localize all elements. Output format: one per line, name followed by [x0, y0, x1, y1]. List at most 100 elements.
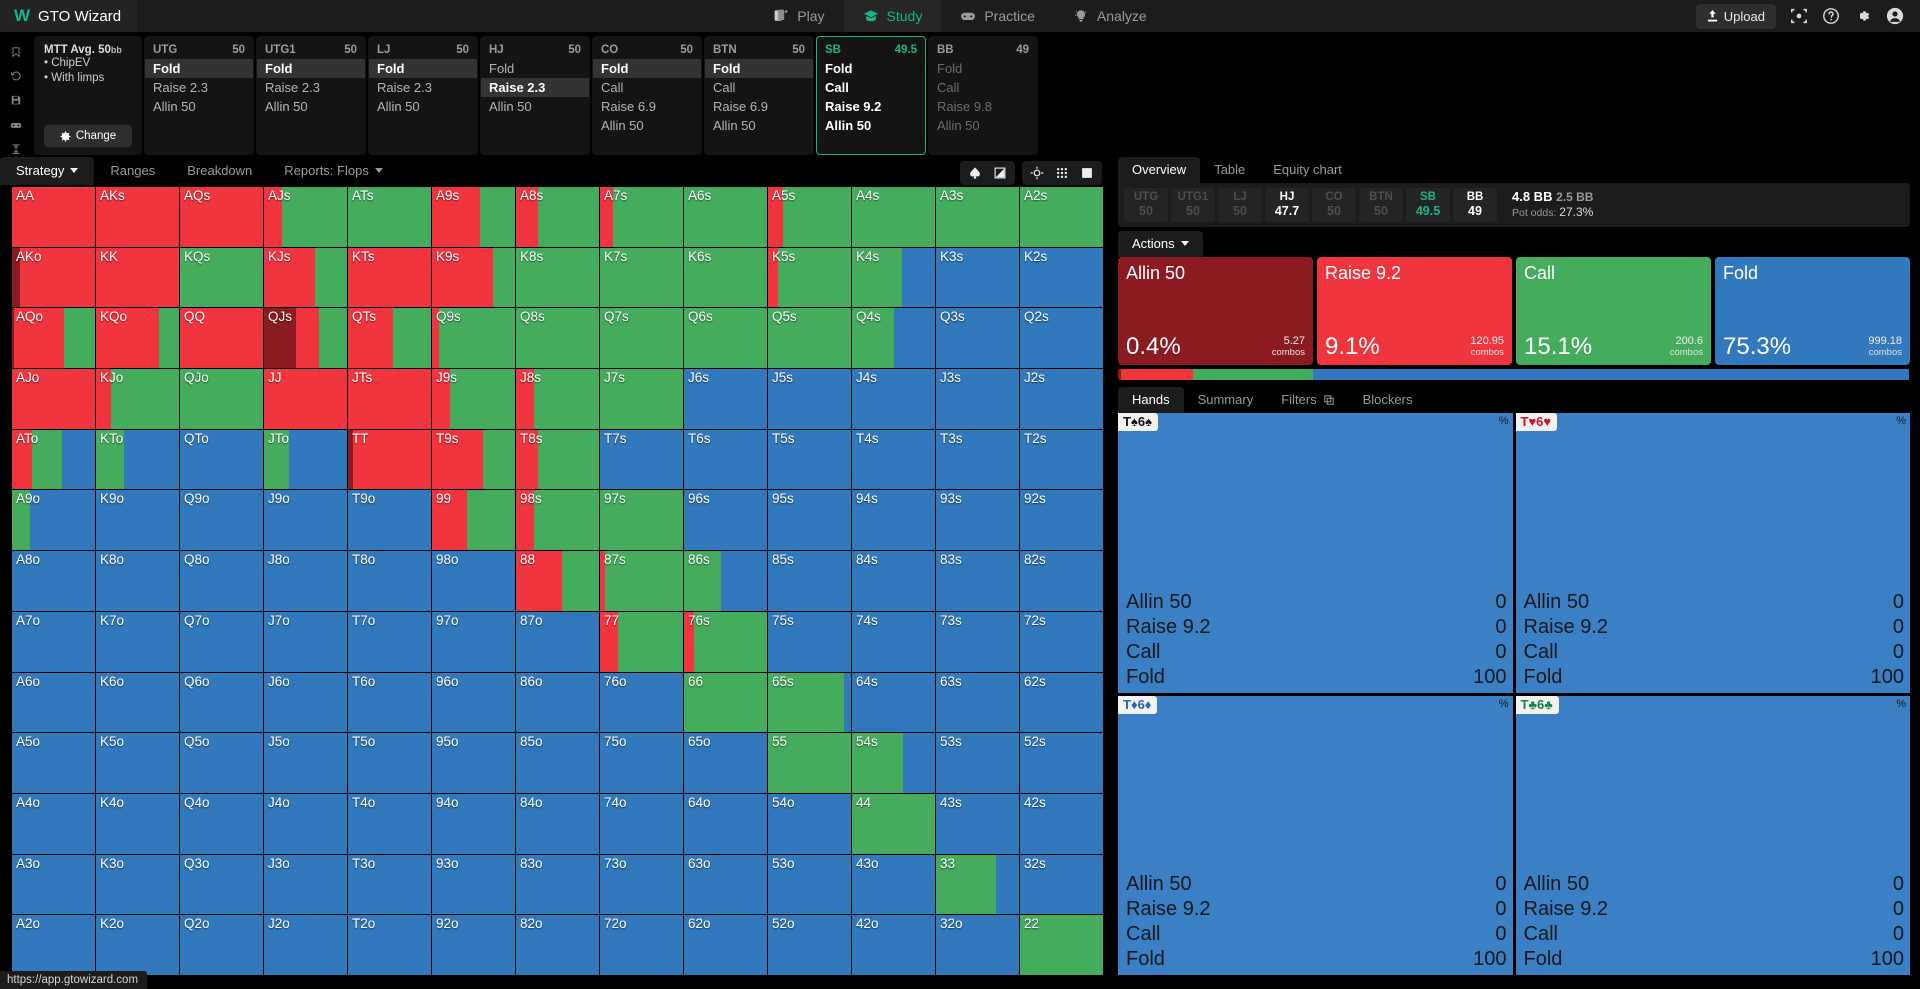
matrix-cell[interactable]: A7s: [600, 187, 683, 247]
hand-card[interactable]: T♣6♣% Allin 50 0 Raise 9.2 0 Call 0 Fold 100: [1515, 695, 1910, 975]
matrix-cell[interactable]: A2s: [1020, 187, 1103, 247]
matrix-cell[interactable]: Q2o: [180, 915, 263, 975]
matrix-cell[interactable]: J9o: [264, 490, 347, 551]
hand-card[interactable]: T♠6♠% Allin 50 0 Raise 9.2 0 Call 0 Fold 100: [1118, 413, 1513, 693]
matrix-cell[interactable]: T8o: [348, 551, 431, 611]
position-card-hj[interactable]: HJ 50 Fold Raise 2.3 Allin 50: [480, 36, 590, 155]
matrix-cell[interactable]: A6s: [684, 187, 767, 247]
matrix-cell[interactable]: Q3s: [936, 308, 1019, 369]
matrix-cell[interactable]: K5s: [768, 247, 851, 308]
seat-bb[interactable]: BB 49: [1453, 188, 1497, 222]
matrix-cell[interactable]: 94o: [432, 793, 515, 854]
matrix-cell[interactable]: T7s: [600, 429, 683, 490]
matrix-cell[interactable]: J9s: [432, 369, 515, 429]
matrix-cell[interactable]: JTo: [264, 429, 347, 490]
nav-item-play[interactable]: Play: [754, 0, 843, 32]
matrix-cell[interactable]: A3s: [936, 187, 1019, 247]
matrix-cell[interactable]: Q7o: [180, 611, 263, 672]
matrix-cell[interactable]: A8s: [516, 187, 599, 247]
position-action[interactable]: Call: [817, 78, 925, 97]
matrix-cell[interactable]: Q2s: [1020, 308, 1103, 369]
action-card-raise-9-2[interactable]: Raise 9.2 9.1% 120.95 combos: [1317, 257, 1512, 365]
matrix-cell[interactable]: T8s: [516, 429, 599, 490]
matrix-cell[interactable]: 82o: [516, 915, 599, 975]
matrix-cell[interactable]: 52s: [1020, 733, 1103, 793]
matrix-cell[interactable]: K2s: [1020, 247, 1103, 308]
history-icon[interactable]: [8, 70, 24, 82]
matrix-cell[interactable]: K3o: [96, 854, 179, 915]
triangle-split-icon[interactable]: [990, 164, 1010, 182]
matrix-cell[interactable]: 76s: [684, 611, 767, 672]
tab-strategy[interactable]: Strategy: [0, 157, 95, 185]
matrix-cell[interactable]: 83s: [936, 551, 1019, 611]
matrix-cell[interactable]: 93s: [936, 490, 1019, 551]
position-action[interactable]: Raise 2.3: [145, 78, 253, 97]
tab-breakdown[interactable]: Breakdown: [171, 157, 268, 185]
action-card-fold[interactable]: Fold 75.3% 999.18 combos: [1715, 257, 1910, 365]
position-card-bb[interactable]: BB 49 Fold Call Raise 9.8 Allin 50: [928, 36, 1038, 155]
matrix-cell[interactable]: 32o: [936, 915, 1019, 975]
seat-lj[interactable]: LJ 50: [1218, 188, 1262, 222]
tab-reports-flops[interactable]: Reports: Flops: [268, 157, 399, 185]
position-action[interactable]: Raise 6.9: [705, 97, 813, 116]
grid-dots-icon[interactable]: [1052, 164, 1072, 182]
square-icon[interactable]: [1077, 164, 1097, 182]
matrix-cell[interactable]: KQo: [96, 308, 179, 369]
matrix-cell[interactable]: T5s: [768, 429, 851, 490]
matrix-cell[interactable]: J4o: [264, 793, 347, 854]
seat-utg1[interactable]: UTG1 50: [1171, 188, 1215, 222]
matrix-cell[interactable]: 82s: [1020, 551, 1103, 611]
matrix-cell[interactable]: 96o: [432, 672, 515, 733]
position-action[interactable]: Call: [929, 78, 1037, 97]
matrix-cell[interactable]: K9s: [432, 247, 515, 308]
seat-utg[interactable]: UTG 50: [1124, 188, 1168, 222]
position-action[interactable]: Call: [593, 78, 701, 97]
position-card-sb[interactable]: SB 49.5 Fold Call Raise 9.2 Allin 50: [816, 36, 926, 155]
position-card-lj[interactable]: LJ 50 Fold Raise 2.3 Allin 50: [368, 36, 478, 155]
matrix-cell[interactable]: 77: [600, 611, 683, 672]
matrix-cell[interactable]: 32s: [1020, 854, 1103, 915]
matrix-cell[interactable]: 95o: [432, 733, 515, 793]
seat-sb[interactable]: SB 49.5: [1406, 188, 1450, 222]
matrix-cell[interactable]: Q5s: [768, 308, 851, 369]
matrix-cell[interactable]: 53o: [768, 854, 851, 915]
matrix-cell[interactable]: Q8s: [516, 308, 599, 369]
matrix-cell[interactable]: 62s: [1020, 672, 1103, 733]
matrix-cell[interactable]: K7s: [600, 247, 683, 308]
matrix-cell[interactable]: 97o: [432, 611, 515, 672]
spade-filled-icon[interactable]: [965, 164, 985, 182]
position-action[interactable]: Call: [705, 78, 813, 97]
matrix-cell[interactable]: QJs: [264, 308, 347, 369]
matrix-cell[interactable]: J7o: [264, 611, 347, 672]
matrix-cell[interactable]: A6o: [12, 672, 95, 733]
position-action[interactable]: Raise 9.2: [817, 97, 925, 116]
matrix-cell[interactable]: T5o: [348, 733, 431, 793]
matrix-cell[interactable]: 93o: [432, 854, 515, 915]
matrix-cell[interactable]: T6s: [684, 429, 767, 490]
matrix-cell[interactable]: 85s: [768, 551, 851, 611]
position-card-co[interactable]: CO 50 Fold Call Raise 6.9 Allin 50: [592, 36, 702, 155]
matrix-cell[interactable]: Q6o: [180, 672, 263, 733]
matrix-cell[interactable]: 43s: [936, 793, 1019, 854]
position-action[interactable]: Raise 2.3: [369, 78, 477, 97]
matrix-cell[interactable]: 84s: [852, 551, 935, 611]
matrix-cell[interactable]: 87s: [600, 551, 683, 611]
matrix-cell[interactable]: J4s: [852, 369, 935, 429]
matrix-cell[interactable]: KK: [96, 247, 179, 308]
matrix-cell[interactable]: 22: [1020, 915, 1103, 975]
position-action[interactable]: Fold: [481, 59, 589, 78]
matrix-cell[interactable]: A7o: [12, 611, 95, 672]
position-action[interactable]: Fold: [257, 59, 365, 78]
matrix-cell[interactable]: KJs: [264, 247, 347, 308]
matrix-cell[interactable]: J6s: [684, 369, 767, 429]
position-action[interactable]: Allin 50: [257, 97, 365, 116]
position-action[interactable]: Raise 2.3: [257, 78, 365, 97]
matrix-cell[interactable]: 42o: [852, 915, 935, 975]
matrix-cell[interactable]: T3s: [936, 429, 1019, 490]
position-action[interactable]: Allin 50: [705, 116, 813, 135]
matrix-cell[interactable]: A9o: [12, 490, 95, 551]
matrix-cell[interactable]: 42s: [1020, 793, 1103, 854]
matrix-cell[interactable]: 72s: [1020, 611, 1103, 672]
matrix-cell[interactable]: 54o: [768, 793, 851, 854]
matrix-cell[interactable]: 86o: [516, 672, 599, 733]
